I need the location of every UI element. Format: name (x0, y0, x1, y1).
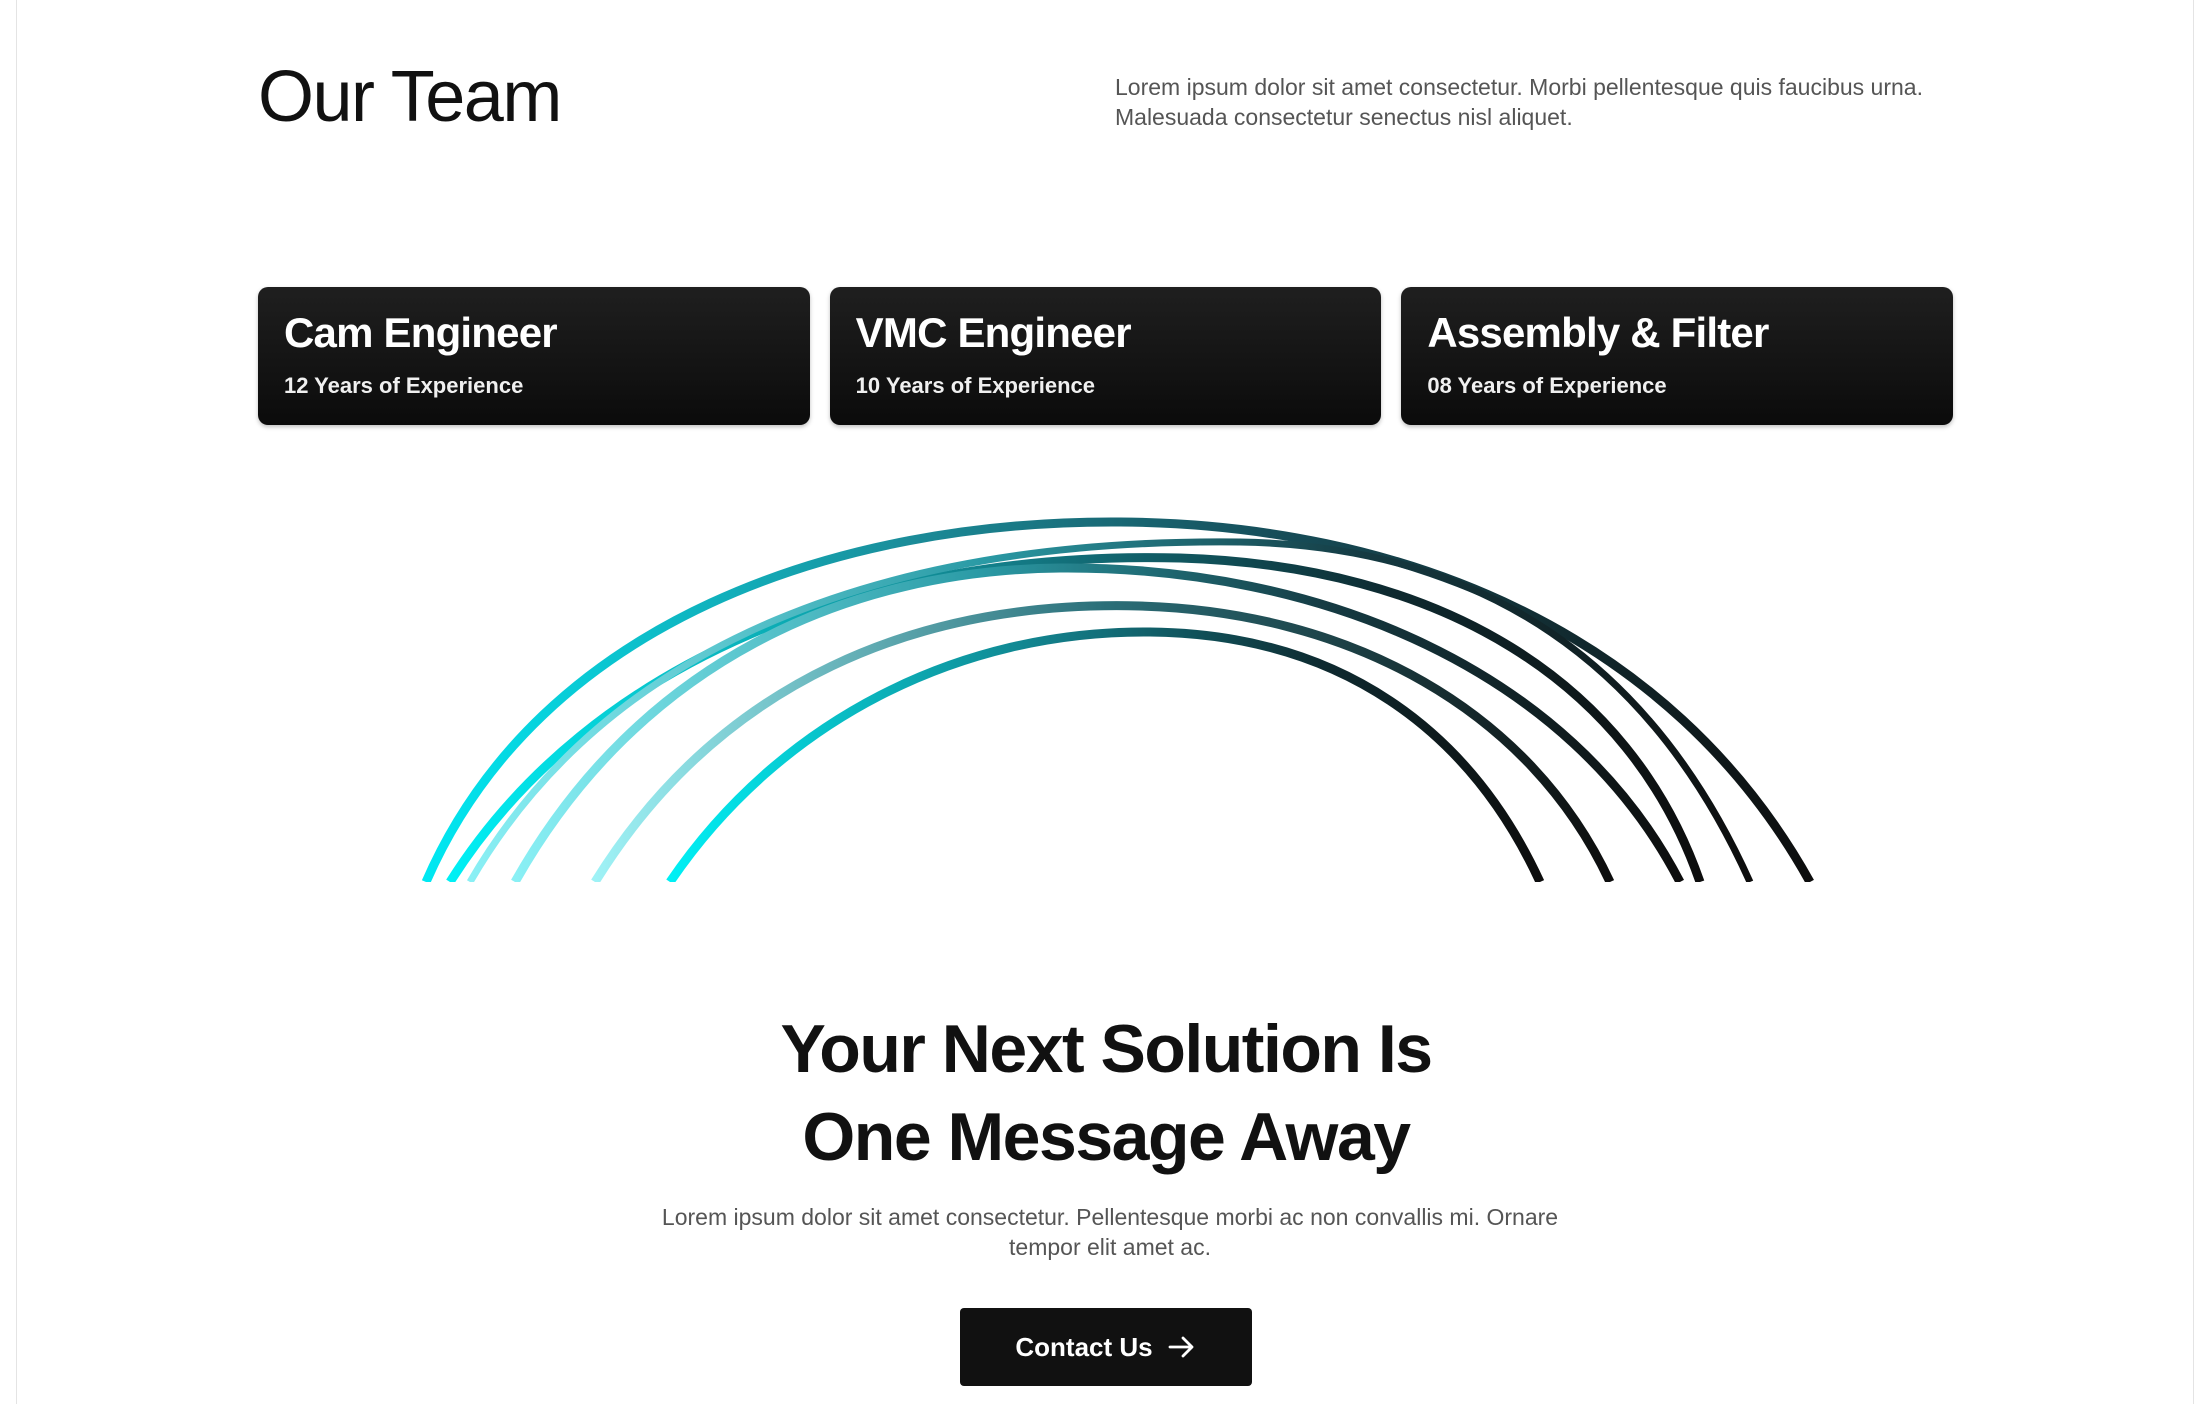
cta-title-line2: One Message Away (802, 1099, 1411, 1175)
team-description: Lorem ipsum dolor sit amet consectetur. … (1115, 74, 1923, 130)
team-card-vmc-engineer: VMC Engineer 10 Years of Experience (829, 287, 1382, 425)
card-title: Cam Engineer (284, 309, 558, 356)
cta-description: Lorem ipsum dolor sit amet consectetur. … (661, 1204, 1559, 1260)
arrow-right-icon (1168, 1336, 1194, 1358)
cta-title: Your Next Solution Is One Message Away (0, 1005, 2212, 1181)
cta-title-line1: Your Next Solution Is (780, 1011, 1433, 1087)
card-experience: 08 Years of Experience (1427, 373, 1667, 399)
card-experience: 12 Years of Experience (284, 373, 524, 399)
team-title: Our Team (258, 57, 562, 137)
team-cards: Cam Engineer 12 Years of Experience VMC … (258, 287, 1954, 425)
contact-us-button[interactable]: Contact Us (960, 1308, 1252, 1386)
card-experience: 10 Years of Experience (855, 373, 1095, 399)
card-title: VMC Engineer (855, 309, 1132, 356)
team-card-assembly-filter: Assembly & Filter 08 Years of Experience (1401, 287, 1954, 425)
team-card-cam-engineer: Cam Engineer 12 Years of Experience (258, 287, 810, 425)
arcs-graphic (421, 517, 1814, 882)
card-title: Assembly & Filter (1427, 309, 1769, 356)
contact-us-label: Contact Us (1015, 1331, 1153, 1362)
